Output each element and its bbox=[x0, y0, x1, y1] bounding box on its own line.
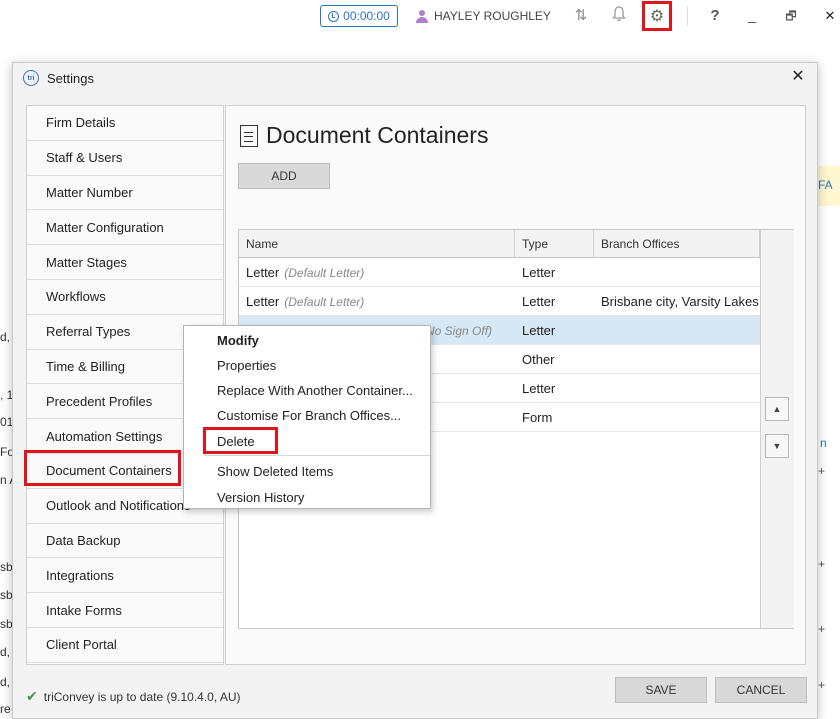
add-button[interactable]: ADD bbox=[238, 163, 330, 189]
cell-type: Form bbox=[522, 410, 553, 425]
default-note: No Sign Off) bbox=[426, 323, 493, 338]
dialog-title-bar: tri Settings bbox=[13, 63, 817, 93]
bg-fragment: sba bbox=[0, 617, 12, 631]
save-button[interactable]: SAVE bbox=[615, 677, 707, 703]
highlight-delete bbox=[203, 427, 278, 454]
bell-icon[interactable] bbox=[609, 6, 629, 26]
default-note: (Default Letter) bbox=[284, 265, 365, 280]
nav-item-workflows[interactable]: Workflows bbox=[27, 280, 223, 315]
cell-name: Letter (Default Letter) bbox=[239, 287, 515, 316]
bg-fragment: d, bbox=[0, 675, 11, 689]
document-icon bbox=[240, 124, 258, 147]
column-header-branch-offices[interactable]: Branch Offices bbox=[594, 230, 760, 258]
menu-item-modify[interactable]: Modify bbox=[217, 333, 259, 348]
cell-name: Letter (Default Letter) bbox=[239, 258, 515, 287]
bg-fragment: , 1 bbox=[0, 388, 12, 402]
user-icon bbox=[416, 9, 428, 23]
user-menu[interactable]: HAYLEY ROUGHLEY bbox=[416, 9, 551, 23]
bg-fragment: d, bbox=[0, 330, 11, 344]
reorder-rail bbox=[760, 230, 794, 628]
cell-type: Letter bbox=[522, 381, 556, 396]
nav-item-client-portal[interactable]: Client Portal bbox=[27, 628, 223, 663]
menu-item-show-deleted[interactable]: Show Deleted Items bbox=[217, 464, 333, 479]
bg-fragment: + bbox=[818, 557, 826, 571]
update-status: ✔ triConvey is up to date (9.10.4.0, AU) bbox=[26, 688, 241, 705]
container-name: Letter bbox=[246, 265, 280, 280]
timer-value: 00:00:00 bbox=[343, 9, 390, 23]
user-name: HAYLEY ROUGHLEY bbox=[434, 9, 551, 23]
tri-logo-icon: tri bbox=[23, 70, 39, 86]
cell-type: Letter bbox=[522, 294, 556, 309]
sync-arrows-icon[interactable]: ⇅ bbox=[571, 6, 591, 26]
background-left-strip: d, , 1 01 Fo n A sba sba sba d, d, re bbox=[0, 60, 12, 719]
dialog-title: Settings bbox=[47, 70, 94, 86]
bg-fragment: + bbox=[818, 678, 826, 692]
cell-branch bbox=[594, 258, 760, 287]
nav-item-firm-details[interactable]: Firm Details bbox=[27, 106, 223, 141]
default-note: (Default Letter) bbox=[284, 294, 365, 309]
triangle-down-icon: ▼ bbox=[772, 441, 782, 451]
close-app-icon[interactable]: ✕ bbox=[820, 6, 840, 26]
bg-fragment: d, bbox=[0, 645, 11, 659]
container-name: Letter bbox=[246, 294, 280, 309]
background-right-strip: FA n + + + + bbox=[817, 60, 840, 719]
column-header-type[interactable]: Type bbox=[515, 230, 594, 258]
cell-name: No Sign Off) bbox=[419, 316, 515, 345]
page-header: Document Containers bbox=[240, 122, 488, 149]
nav-item-staff-users[interactable]: Staff & Users bbox=[27, 141, 223, 176]
column-header-name[interactable]: Name bbox=[239, 230, 515, 258]
help-icon[interactable]: ? bbox=[705, 6, 725, 26]
nav-item-matter-configuration[interactable]: Matter Configuration bbox=[27, 210, 223, 246]
nav-item-matter-number[interactable]: Matter Number bbox=[27, 176, 223, 211]
menu-item-customise-branch-offices[interactable]: Customise For Branch Offices... bbox=[217, 408, 401, 423]
context-menu: Modify Properties Replace With Another C… bbox=[183, 325, 431, 509]
minimize-icon[interactable]: _ bbox=[742, 6, 762, 26]
bg-fragment: FA bbox=[818, 178, 833, 192]
nav-item-data-backup[interactable]: Data Backup bbox=[27, 524, 223, 559]
table-header: Name Type Branch Offices bbox=[239, 230, 760, 258]
bg-fragment: sba bbox=[0, 560, 12, 574]
gear-icon: ⚙ bbox=[649, 8, 665, 25]
cell-type: Letter bbox=[522, 323, 556, 338]
menu-divider bbox=[204, 455, 430, 456]
close-icon[interactable]: ✕ bbox=[789, 68, 807, 86]
highlight-document-containers bbox=[24, 450, 181, 486]
bg-fragment: n A bbox=[0, 473, 12, 487]
timer-button[interactable]: 00:00:00 bbox=[320, 5, 398, 27]
restore-icon[interactable]: 🗗 bbox=[781, 6, 801, 26]
check-icon: ✔ bbox=[26, 688, 38, 704]
bg-fragment: + bbox=[818, 464, 826, 478]
app-top-bar: 00:00:00 HAYLEY ROUGHLEY ⇅ ⚙ ? _ 🗗 ✕ bbox=[0, 0, 840, 32]
move-up-button[interactable]: ▲ bbox=[765, 397, 789, 421]
menu-item-replace-container[interactable]: Replace With Another Container... bbox=[217, 383, 413, 398]
nav-item-intake-forms[interactable]: Intake Forms bbox=[27, 593, 223, 628]
bg-fragment: sba bbox=[0, 588, 12, 602]
cell-branch: Brisbane city, Varsity Lakes bbox=[601, 294, 759, 309]
table-row[interactable]: Letter (Default Letter) Letter bbox=[239, 258, 760, 287]
page-title: Document Containers bbox=[266, 122, 489, 148]
cancel-button[interactable]: CANCEL bbox=[715, 677, 807, 703]
nav-item-integrations[interactable]: Integrations bbox=[27, 558, 223, 594]
cell-type: Letter bbox=[522, 265, 556, 280]
table-row[interactable]: Letter (Default Letter) Letter Brisbane c… bbox=[239, 287, 760, 316]
triangle-up-icon: ▲ bbox=[772, 404, 782, 414]
settings-gear-button[interactable]: ⚙ bbox=[642, 1, 672, 31]
bg-fragment: + bbox=[818, 622, 826, 636]
menu-item-properties[interactable]: Properties bbox=[217, 358, 276, 373]
move-down-button[interactable]: ▼ bbox=[765, 434, 789, 458]
menu-item-version-history[interactable]: Version History bbox=[217, 490, 304, 505]
status-text: triConvey is up to date (9.10.4.0, AU) bbox=[43, 689, 241, 704]
nav-item-matter-stages[interactable]: Matter Stages bbox=[27, 245, 223, 280]
topbar-divider bbox=[687, 6, 688, 26]
bg-fragment: 01 bbox=[0, 415, 12, 429]
bg-fragment: n bbox=[820, 436, 827, 450]
bg-fragment: Fo bbox=[0, 445, 12, 459]
cell-branch bbox=[594, 316, 760, 345]
clock-icon bbox=[328, 10, 340, 22]
bg-fragment: re bbox=[0, 702, 11, 716]
cell-type: Other bbox=[522, 352, 555, 367]
